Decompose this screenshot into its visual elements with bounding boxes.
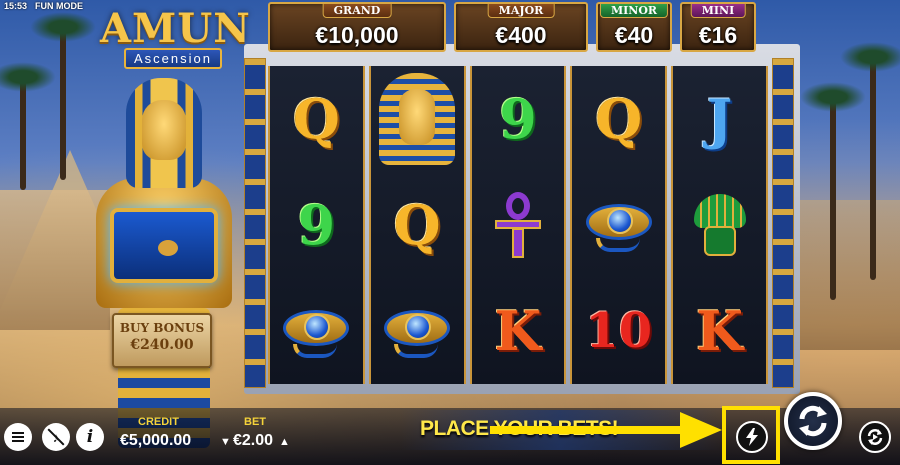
scarab-icon — [158, 240, 178, 256]
reel: J K — [671, 66, 768, 384]
buy-bonus-label: BUY BONUS — [119, 321, 205, 335]
menu-button[interactable] — [4, 423, 32, 451]
reel-cell — [270, 278, 363, 384]
logo-subtitle: Ascension — [124, 48, 222, 69]
jackpot-value: €40 — [614, 22, 654, 48]
bet-label: BET — [244, 416, 266, 428]
logo-title: AMUN — [100, 5, 251, 52]
jackpot-value: €10,000 — [315, 22, 399, 48]
autoplay-button[interactable] — [859, 421, 891, 453]
reel-grid: Q 9 Q 9 K Q 10 J K — [268, 66, 768, 384]
symbol-q: Q — [595, 87, 643, 151]
turbo-button[interactable] — [736, 421, 768, 453]
jackpot-grand: GRAND €10,000 — [268, 2, 446, 52]
jackpot-minor: MINOR €40 — [596, 2, 672, 52]
bet-increase-button[interactable]: ▲ — [279, 436, 290, 448]
symbol-j: J — [706, 87, 733, 151]
symbol-k: K — [494, 299, 542, 363]
palm-tree-icon — [30, 12, 96, 180]
reel-cell — [572, 172, 665, 278]
reel-cell — [673, 172, 766, 278]
treasure-chest — [110, 208, 218, 283]
reel-cell: 9 — [472, 66, 565, 172]
pillar-left — [244, 58, 266, 388]
spin-button[interactable] — [784, 392, 842, 450]
ankh-icon — [493, 192, 543, 258]
autoplay-icon — [867, 429, 883, 445]
jackpot-label: GRAND — [322, 3, 392, 18]
lotus-icon — [688, 192, 752, 258]
pointer-arrow-shaft — [490, 426, 682, 434]
spin-arrows-icon — [799, 405, 827, 437]
symbol-nine: 9 — [297, 193, 336, 257]
palm-tree-icon — [800, 82, 866, 300]
credit-label: CREDIT — [138, 416, 179, 428]
reel-cell: K — [472, 278, 565, 384]
reel-cell: Q — [572, 66, 665, 172]
palm-tree-icon — [0, 62, 56, 190]
pillar-right — [772, 58, 794, 388]
info-button[interactable]: i — [76, 423, 104, 451]
game-logo: AMUN Ascension — [100, 5, 251, 78]
reel-cell — [472, 172, 565, 278]
bet-decrease-button[interactable]: ▼ — [220, 436, 231, 448]
palm-tree-icon — [840, 42, 900, 280]
jackpot-value: €16 — [698, 22, 738, 48]
sound-toggle-button[interactable]: ♪ — [42, 423, 70, 451]
symbol-ten: 10 — [585, 303, 653, 359]
clock: 15:53 — [4, 1, 28, 11]
eye-of-horus-icon — [380, 300, 454, 362]
eye-of-horus-icon — [582, 194, 656, 256]
reel: Q 10 — [570, 66, 668, 384]
hamburger-icon — [12, 436, 24, 438]
pharaoh-statue — [88, 78, 238, 448]
lightning-icon — [746, 428, 758, 446]
symbol-k: K — [696, 299, 744, 363]
buy-bonus-button[interactable]: BUY BONUS €240.00 — [112, 313, 212, 368]
buy-bonus-price: €240.00 — [130, 337, 194, 353]
bet-value: €2.00 — [233, 432, 274, 449]
reel: Q 9 — [268, 66, 365, 384]
jackpot-label: MAJOR — [487, 3, 555, 18]
mode-label: FUN MODE — [35, 1, 84, 11]
symbol-q: Q — [393, 193, 441, 257]
jackpot-value: €400 — [495, 22, 547, 48]
sound-muted-icon: ♪ — [52, 429, 60, 445]
reel-cell: Q — [270, 66, 363, 172]
jackpot-major: MAJOR €400 — [454, 2, 588, 52]
info-icon: i — [86, 427, 94, 447]
reel-cell: 10 — [572, 278, 665, 384]
pharaoh-mask-icon — [379, 73, 456, 165]
reel-cell: K — [673, 278, 766, 384]
reel-cell: Q — [371, 172, 464, 278]
pointer-arrow-icon — [680, 412, 722, 448]
jackpot-mini: MINI €16 — [680, 2, 756, 52]
reel-cell — [371, 278, 464, 384]
status-bar: 15:53 FUN MODE — [4, 1, 83, 11]
reel: Q — [368, 66, 466, 384]
reel-cell: 9 — [270, 172, 363, 278]
symbol-q: Q — [292, 87, 340, 151]
jackpot-label: MINI — [690, 3, 746, 18]
jackpot-label: MINOR — [599, 3, 669, 18]
symbol-nine: 9 — [499, 87, 537, 151]
eye-of-horus-icon — [279, 300, 353, 362]
reel-cell: J — [673, 66, 766, 172]
reel-cell — [371, 66, 464, 172]
reel: 9 K — [469, 66, 567, 384]
credit-value: €5,000.00 — [120, 432, 192, 449]
